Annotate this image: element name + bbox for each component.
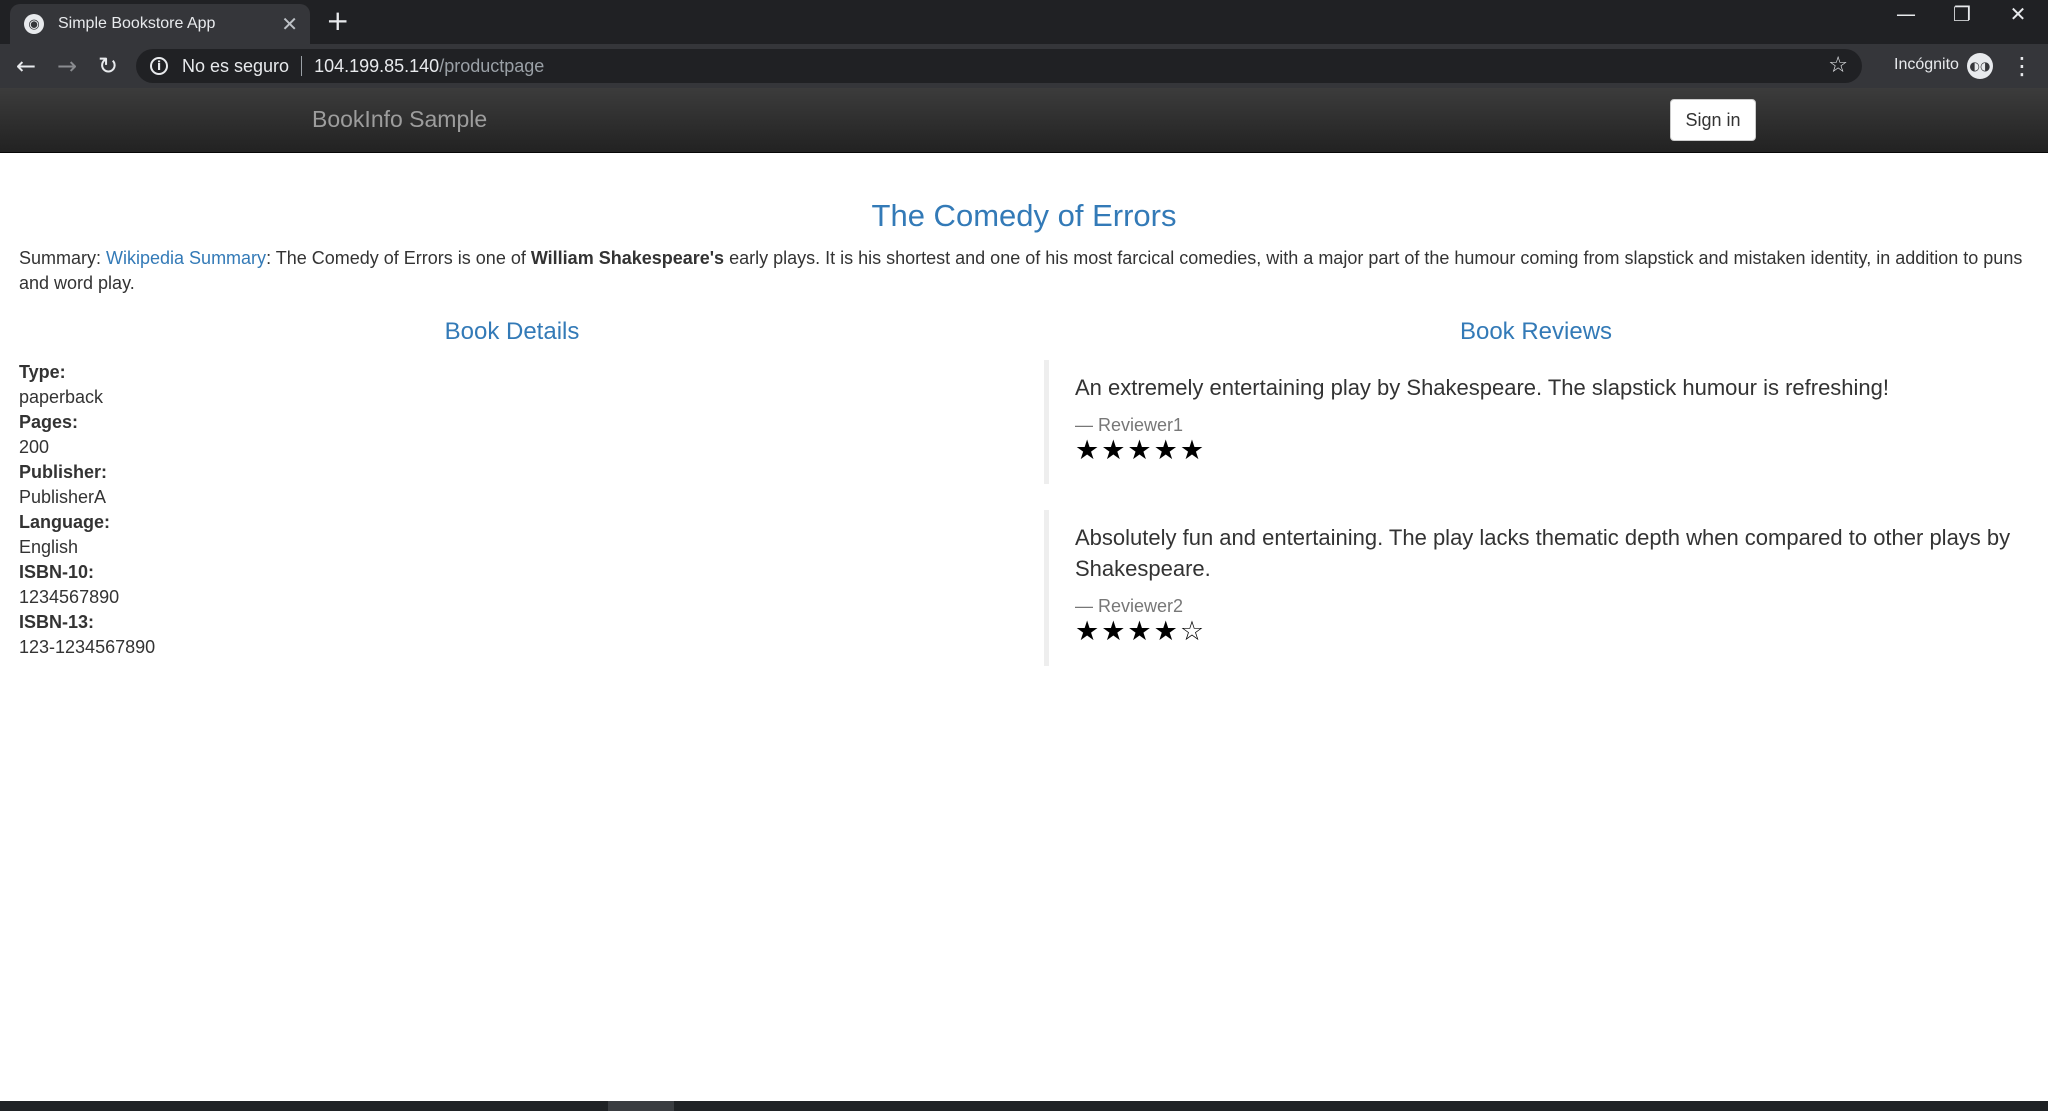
url-host[interactable]: 104.199.85.140 <box>314 56 439 77</box>
book-details-list: Type: paperback Pages: 200 Publisher: Pu… <box>19 360 419 660</box>
browser-toolbar: ← → ↻ i No es seguro 104.199.85.140/prod… <box>0 44 2048 88</box>
browser-tab-strip: ◉ Simple Bookstore App ✕ + — ❐ ✕ <box>0 0 2048 44</box>
review-card: Absolutely fun and entertaining. The pla… <box>1044 510 2034 666</box>
detail-label-pages: Pages: <box>19 412 79 432</box>
incognito-icon[interactable]: ◐◑ <box>1967 53 1993 79</box>
star-rating: ★★★★☆ <box>1075 616 1207 647</box>
detail-value-isbn10: 1234567890 <box>19 587 120 607</box>
wikipedia-summary-link[interactable]: Wikipedia Summary <box>106 248 266 268</box>
detail-value-pages: 200 <box>19 437 50 457</box>
summary-prefix: Summary: <box>19 248 107 268</box>
sign-in-button[interactable]: Sign in <box>1670 99 1756 141</box>
minimize-icon[interactable]: — <box>1886 2 1926 26</box>
address-bar[interactable]: i No es seguro 104.199.85.140/productpag… <box>136 49 1862 83</box>
review-author: — Reviewer1 <box>1075 415 1184 435</box>
url-path[interactable]: /productpage <box>439 56 544 77</box>
detail-label-isbn13: ISBN-13: <box>19 612 95 632</box>
reload-icon[interactable]: ↻ <box>92 50 124 82</box>
info-icon[interactable]: i <box>150 57 168 75</box>
book-reviews-heading: Book Reviews <box>1459 318 1613 345</box>
review-text: An extremely entertaining play by Shakes… <box>1075 375 1890 400</box>
book-details-heading: Book Details <box>444 318 580 345</box>
detail-label-publisher: Publisher: <box>19 462 108 482</box>
taskbar <box>0 1101 2048 1111</box>
detail-value-isbn13: 123-1234567890 <box>19 637 156 657</box>
brand-title[interactable]: BookInfo Sample <box>312 106 487 133</box>
incognito-label: Incógnito <box>1894 56 1959 73</box>
review-card: An extremely entertaining play by Shakes… <box>1044 360 2034 484</box>
browser-menu-icon[interactable]: ⋮ <box>2010 50 2034 82</box>
back-arrow-icon[interactable]: ← <box>10 50 42 82</box>
detail-value-publisher: PublisherA <box>19 487 107 507</box>
globe-icon: ◉ <box>24 14 44 34</box>
close-tab-icon[interactable]: ✕ <box>281 12 298 36</box>
summary-text: : The Comedy of Errors is one of <box>266 248 531 268</box>
detail-label-type: Type: <box>19 362 66 382</box>
book-title: The Comedy of Errors <box>871 198 1177 233</box>
detail-label-language: Language: <box>19 512 111 532</box>
taskbar-active-item[interactable] <box>608 1101 674 1111</box>
detail-value-language: English <box>19 537 79 557</box>
detail-label-isbn10: ISBN-10: <box>19 562 95 582</box>
book-summary: Summary: Wikipedia Summary: The Comedy o… <box>19 246 2029 296</box>
detail-value-type: paperback <box>19 387 104 407</box>
restore-icon[interactable]: ❐ <box>1942 2 1982 26</box>
summary-author: William Shakespeare's <box>530 248 725 268</box>
bookmark-star-icon[interactable]: ☆ <box>1828 53 1848 78</box>
app-navbar: BookInfo Sample Sign in <box>0 88 2048 153</box>
star-rating: ★★★★★ <box>1075 435 1207 466</box>
close-window-icon[interactable]: ✕ <box>1998 2 2038 26</box>
url-separator <box>301 56 303 76</box>
forward-arrow-icon[interactable]: → <box>51 50 83 82</box>
review-text: Absolutely fun and entertaining. The pla… <box>1075 525 2011 581</box>
tab-title: Simple Bookstore App <box>58 15 216 32</box>
new-tab-button[interactable]: + <box>326 6 349 36</box>
review-author: — Reviewer2 <box>1075 596 1184 616</box>
security-status[interactable]: No es seguro <box>182 56 289 77</box>
browser-tab[interactable]: ◉ Simple Bookstore App ✕ <box>10 4 310 44</box>
